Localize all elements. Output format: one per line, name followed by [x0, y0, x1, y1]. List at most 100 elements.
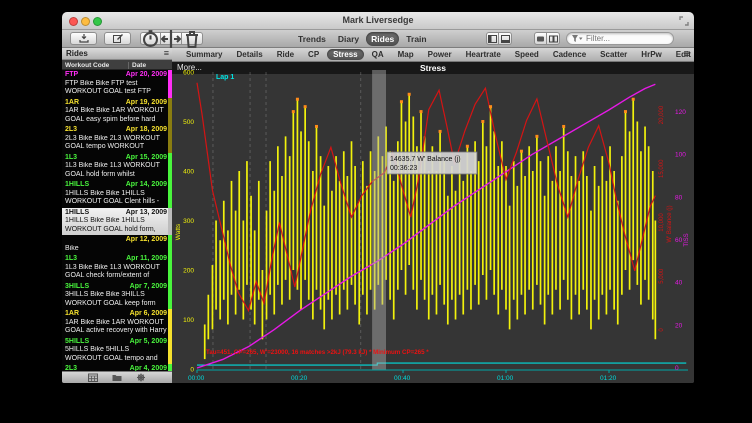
ride-description: 1AR Bike Bike 1AR WORKOUT GOAL active re…: [65, 319, 167, 336]
trash-icon: [182, 30, 202, 48]
stress-plot[interactable]: 00:0000:2000:4001:0001:20010020030040050…: [172, 62, 694, 383]
wbal-tick-label: 10,000: [659, 213, 665, 232]
ride-list-columns[interactable]: Workout Code Date: [62, 60, 172, 70]
manual-activity-button[interactable]: [104, 32, 131, 45]
match-marker: [408, 93, 411, 96]
chart-tabbar: SummaryDetailsRideCPStressQAMapPowerHear…: [172, 48, 694, 62]
tab-qa[interactable]: QA: [366, 49, 390, 60]
ride-row[interactable]: 2L3Apr 4, 20092L3 Bike Bike 2L3 WORKOUT …: [62, 364, 172, 371]
ride-list[interactable]: FTPApr 20, 2009FTP Bike Bike FTP test WO…: [62, 70, 172, 371]
nav-rides[interactable]: Rides: [366, 32, 399, 46]
ride-row[interactable]: 1L3Apr 11, 20091L3 Bike Bike 1L3 WORKOUT…: [62, 254, 172, 282]
stress-chart[interactable]: More... Stress 00:0000:2000:4001:0001:20…: [172, 62, 694, 383]
calendar-icon[interactable]: [88, 373, 98, 382]
ride-description: 1HILLS Bike Bike 1HILLS WORKOUT GOAL hol…: [65, 217, 167, 234]
tab-edit[interactable]: Edit: [670, 49, 694, 60]
tab-scatter[interactable]: Scatter: [594, 49, 633, 60]
split-activity-button[interactable]: [161, 32, 182, 45]
ride-row[interactable]: 2L3Apr 18, 20092L3 Bike Bike 2L3 WORKOUT…: [62, 125, 172, 153]
lowbar-toggle-button[interactable]: [499, 32, 512, 45]
match-marker: [520, 150, 523, 153]
ride-row[interactable]: 1ARApr 6, 20091AR Bike Bike 1AR WORKOUT …: [62, 309, 172, 337]
lap-label: Lap 1: [216, 74, 234, 81]
window-title: Mark Liversedge: [62, 15, 694, 25]
split-icon: [161, 30, 181, 48]
ride-date: Apr 14, 2009: [126, 181, 167, 190]
tooltip-value: 14635.7 W' Balance (j): [390, 156, 461, 163]
cursor-band[interactable]: [372, 70, 386, 370]
tab-map[interactable]: Map: [392, 49, 420, 60]
column-date[interactable]: Date: [128, 62, 146, 69]
compose-icon: [113, 34, 123, 43]
sidebar-icon: [488, 35, 497, 43]
match-marker: [562, 125, 565, 128]
filter-input[interactable]: [586, 34, 666, 43]
tabbar-menu-icon[interactable]: ≡: [684, 49, 690, 60]
time-tick-label: 00:20: [291, 375, 308, 382]
column-workout-code[interactable]: Workout Code: [65, 62, 109, 69]
wbal-axis-title: W' Balance (j): [667, 205, 673, 242]
tab-cp[interactable]: CP: [302, 49, 325, 60]
watts-tick-label: 300: [183, 218, 194, 225]
gear-icon[interactable]: [136, 373, 146, 382]
filter-funnel-icon: [572, 35, 583, 43]
tiss-tick-label: 60: [675, 237, 683, 244]
folder-icon[interactable]: [112, 373, 122, 382]
ride-row[interactable]: 3HILLSApr 7, 20093HILLS Bike Bike 3HILLS…: [62, 282, 172, 310]
ride-description: 5HILLS Bike 5HILLS WORKOUT GOAL tempo an…: [65, 346, 167, 363]
tab-cadence[interactable]: Cadence: [547, 49, 592, 60]
sidebar-menu-icon[interactable]: ≡: [164, 48, 169, 58]
ride-row[interactable]: FTPApr 20, 2009FTP Bike Bike FTP test WO…: [62, 70, 172, 98]
download-button[interactable]: [70, 32, 97, 45]
lowbar-icon: [501, 35, 510, 43]
ride-date: Apr 20, 2009: [126, 71, 167, 80]
tab-power[interactable]: Power: [422, 49, 458, 60]
sidebar-header[interactable]: Rides ≡: [62, 48, 172, 60]
ride-row[interactable]: 1L3Apr 15, 20091L3 Bike Bike 1L3 WORKOUT…: [62, 153, 172, 181]
sidebar-toggle-button[interactable]: [486, 32, 499, 45]
tab-summary[interactable]: Summary: [180, 49, 228, 60]
filter-field[interactable]: [566, 32, 674, 45]
match-marker: [292, 110, 295, 113]
nav-train[interactable]: Train: [401, 32, 431, 46]
download-icon: [79, 34, 89, 43]
ride-row[interactable]: 1ARApr 19, 20091AR Bike Bike 1AR WORKOUT…: [62, 98, 172, 126]
tab-stress[interactable]: Stress: [327, 49, 363, 60]
wbal-tick-label: 20,000: [659, 105, 665, 124]
ride-code: 1AR: [65, 99, 79, 108]
ride-date: Apr 13, 2009: [126, 209, 167, 218]
sidebar-footer: [62, 371, 172, 383]
tab-ride[interactable]: Ride: [271, 49, 300, 60]
tabbed-view-button[interactable]: [534, 32, 547, 45]
ride-date: Apr 18, 2009: [126, 126, 167, 135]
match-marker: [535, 135, 538, 138]
tab-speed[interactable]: Speed: [509, 49, 545, 60]
title-bar[interactable]: Mark Liversedge: [62, 12, 694, 30]
watts-axis-title: Watts: [175, 223, 182, 240]
tab-details[interactable]: Details: [230, 49, 268, 60]
tiss-tick-label: 20: [675, 322, 683, 329]
nav-diary[interactable]: Diary: [333, 32, 364, 46]
ride-code: 1HILLS: [65, 181, 89, 190]
chart-panel: SummaryDetailsRideCPStressQAMapPowerHear…: [172, 48, 694, 383]
ride-date: Apr 11, 2009: [126, 255, 167, 264]
ride-code: 1AR: [65, 310, 79, 319]
ride-row[interactable]: Apr 12, 2009Bike: [62, 235, 172, 254]
sidebar-title: Rides: [66, 49, 88, 58]
ride-code: 3HILLS: [65, 283, 89, 292]
ride-row[interactable]: 5HILLSApr 5, 20095HILLS Bike 5HILLS WORK…: [62, 337, 172, 365]
ride-row[interactable]: 1HILLSApr 13, 20091HILLS Bike Bike 1HILL…: [62, 208, 172, 236]
tiss-tick-label: 100: [675, 152, 686, 159]
tiled-view-button[interactable]: [547, 32, 560, 45]
nav-trends[interactable]: Trends: [293, 32, 331, 46]
stopwatch-icon: [141, 30, 160, 47]
fullscreen-icon[interactable]: [679, 16, 689, 26]
watts-tick-label: 500: [183, 119, 194, 126]
ride-row[interactable]: 1HILLSApr 14, 20091HILLS Bike Bike 1HILL…: [62, 180, 172, 208]
tab-heartrate[interactable]: Heartrate: [460, 49, 507, 60]
tab-hrpw[interactable]: HrPw: [635, 49, 667, 60]
toolbar: TrendsDiaryRidesTrain: [62, 30, 694, 48]
stopwatch-button[interactable]: [140, 32, 161, 45]
cp-annotation: Tau=451, CP=265, W'=23000, 16 matches >2…: [206, 349, 429, 356]
delete-activity-button[interactable]: [182, 32, 203, 45]
